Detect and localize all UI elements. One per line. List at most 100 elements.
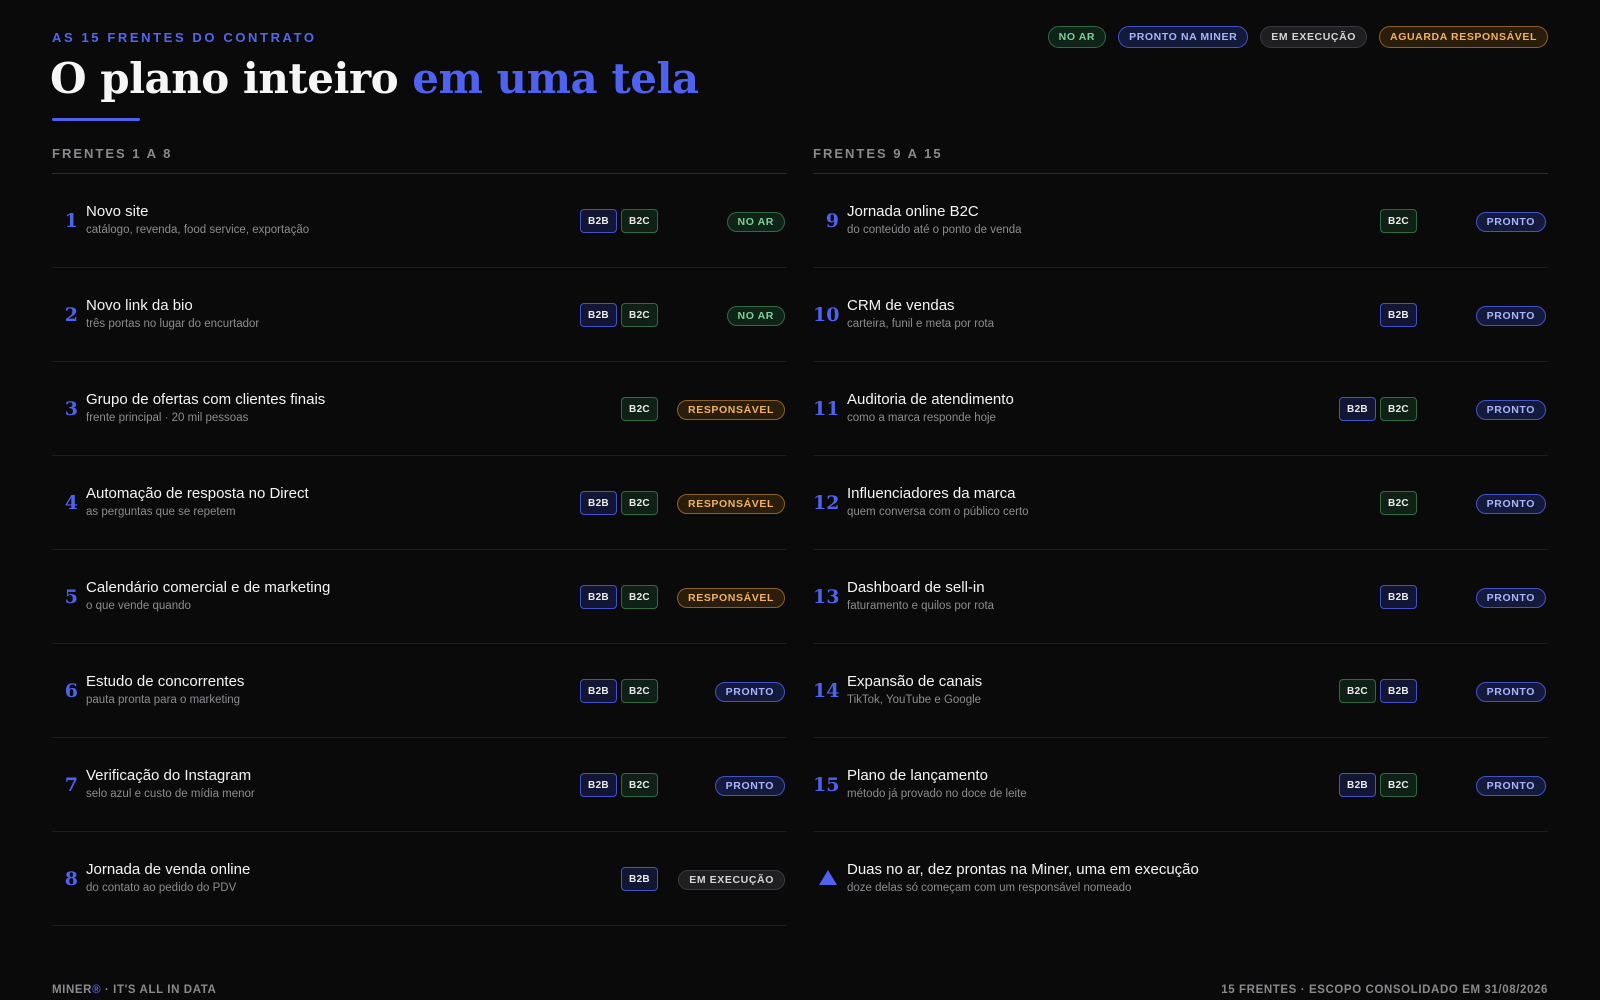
status-cell: NO AR [726, 212, 785, 232]
front-row: 6 Estudo de concorrentes pauta pronta para… [52, 644, 787, 738]
segment-tag-b2c: B2C [1380, 491, 1417, 515]
brand-tagline: · IT'S ALL IN DATA [101, 984, 217, 996]
status-badge: PRONTO [1475, 306, 1546, 326]
front-text: Expansão de canais TikTok, YouTube e Goog… [847, 673, 982, 706]
front-text: Automação de resposta no Direct as pergun… [86, 485, 309, 518]
front-name: Verificação do Instagram [86, 767, 252, 784]
status-badge: PRONTO [714, 682, 785, 702]
front-text: Novo link da bio três portas no lugar do … [86, 297, 259, 330]
front-row: 11 Auditoria de atendimento como a marca r… [813, 362, 1548, 456]
segment-tag-b2c: B2C [621, 303, 658, 327]
segment-tags: B2C [1380, 209, 1417, 233]
triangle-icon [819, 870, 837, 885]
status-badge: RESPONSÁVEL [677, 494, 785, 514]
status-legend: NO AR PRONTO NA MINER EM EXECUÇÃO AGUARDA R… [1047, 26, 1548, 48]
front-number: 6 [64, 680, 78, 702]
segment-tag-b2b: B2B [1339, 773, 1376, 797]
status-badge: EM EXECUÇÃO [678, 870, 785, 890]
front-description: catálogo, revenda, food service, exporta… [86, 224, 310, 236]
front-name: Calendário comercial e de marketing [86, 579, 331, 596]
segment-tag-b2b: B2B [580, 303, 617, 327]
segment-tags: B2C [621, 397, 658, 421]
front-description: do conteúdo até o ponto de venda [847, 224, 1022, 236]
front-text: Dashboard de sell-in faturamento e quilos… [847, 579, 994, 612]
front-name: Plano de lançamento [847, 767, 988, 784]
front-text: Estudo de concorrentes pauta pronta para … [86, 673, 244, 706]
segment-tags: B2B [1380, 303, 1417, 327]
front-row: 1 Novo site catálogo, revenda, food servic… [52, 174, 787, 268]
segment-tag-b2b: B2B [580, 209, 617, 233]
front-description: do contato ao pedido do PDV [86, 882, 237, 894]
front-list: 9 Jornada online B2C do conteúdo até o pon… [813, 174, 1548, 832]
segment-tag-b2b: B2B [580, 773, 617, 797]
page-title-main: O plano inteiro [50, 54, 413, 103]
front-row: 10 CRM de vendas carteira, funil e meta po… [813, 268, 1548, 362]
segment-tags: B2B [1380, 585, 1417, 609]
front-text: Calendário comercial e de marketing o que… [86, 579, 330, 612]
front-name: Grupo de ofertas com clientes finais [86, 391, 326, 408]
column-heading: FRENTES 1 A 8 [52, 146, 787, 174]
legend-pill-pronto: PRONTO NA MINER [1118, 26, 1249, 48]
segment-tag-b2b: B2B [580, 585, 617, 609]
segment-tag-b2b: B2B [1339, 397, 1376, 421]
front-row: 12 Influenciadores da marca quem conversa … [813, 456, 1548, 550]
front-description: as perguntas que se repetem [86, 506, 236, 518]
front-number: 4 [64, 492, 78, 514]
front-number: 12 [813, 492, 840, 514]
title-underline [52, 118, 140, 121]
segment-tag-b2c: B2C [1380, 397, 1417, 421]
front-name: Expansão de canais [847, 673, 983, 690]
footer-scope: 15 FRENTES · ESCOPO CONSOLIDADO EM 31/08… [1221, 984, 1548, 996]
front-number: 3 [64, 398, 78, 420]
front-row: 8 Jornada de venda online do contato ao pe… [52, 832, 787, 926]
status-cell: PRONTO [1475, 682, 1546, 702]
page-title-accent: em uma tela [412, 54, 699, 103]
front-number: 15 [813, 774, 840, 796]
status-cell: EM EXECUÇÃO [678, 870, 785, 890]
segment-tag-b2c: B2C [621, 397, 658, 421]
status-cell: PRONTO [1475, 306, 1546, 326]
segment-tags: B2B [621, 867, 658, 891]
status-cell: PRONTO [1475, 212, 1546, 232]
segment-tag-b2c: B2C [621, 209, 658, 233]
status-badge: PRONTO [1475, 776, 1546, 796]
summary-title: Duas no ar, dez prontas na Miner, uma em… [847, 861, 1199, 878]
status-badge: PRONTO [1475, 212, 1546, 232]
front-number: 2 [64, 304, 78, 326]
brand-name: MINER [52, 984, 93, 996]
front-row: 7 Verificação do Instagram selo azul e cus… [52, 738, 787, 832]
front-number: 13 [813, 586, 840, 608]
front-name: Influenciadores da marca [847, 485, 1016, 502]
status-cell: PRONTO [714, 682, 785, 702]
front-description: TikTok, YouTube e Google [847, 694, 982, 706]
segment-tag-b2c: B2C [621, 773, 658, 797]
front-description: como a marca responde hoje [847, 412, 996, 424]
front-description: carteira, funil e meta por rota [847, 318, 995, 330]
front-row: 13 Dashboard de sell-in faturamento e quil… [813, 550, 1548, 644]
front-name: Jornada online B2C [847, 203, 979, 220]
front-number: 7 [64, 774, 78, 796]
segment-tag-b2b: B2B [1380, 679, 1417, 703]
front-row: 15 Plano de lançamento método já provado n… [813, 738, 1548, 832]
segment-tags: B2B B2C [580, 679, 658, 703]
legend-pill-noar: NO AR [1047, 26, 1107, 48]
front-text: Plano de lançamento método já provado no … [847, 767, 1027, 800]
status-cell: PRONTO [1475, 400, 1546, 420]
status-cell: PRONTO [714, 776, 785, 796]
segment-tags: B2C [1380, 491, 1417, 515]
segment-tag-b2c: B2C [1339, 679, 1376, 703]
segment-tags: B2B B2C [1339, 397, 1417, 421]
column-fronts-1-8: FRENTES 1 A 8 1 Novo site catálogo, revend… [52, 146, 787, 926]
front-name: Dashboard de sell-in [847, 579, 985, 596]
front-number: 5 [64, 586, 78, 608]
front-number: 1 [64, 210, 78, 232]
eyebrow-label: AS 15 FRENTES DO CONTRATO [52, 30, 317, 45]
segment-tag-b2b: B2B [1380, 585, 1417, 609]
segment-tag-b2c: B2C [621, 585, 658, 609]
front-row: 2 Novo link da bio três portas no lugar do… [52, 268, 787, 362]
front-description: pauta pronta para o marketing [86, 694, 241, 706]
front-description: três portas no lugar do encurtador [86, 318, 260, 330]
status-cell: RESPONSÁVEL [677, 494, 785, 514]
front-number: 9 [825, 210, 839, 232]
front-description: método já provado no doce de leite [847, 788, 1027, 800]
